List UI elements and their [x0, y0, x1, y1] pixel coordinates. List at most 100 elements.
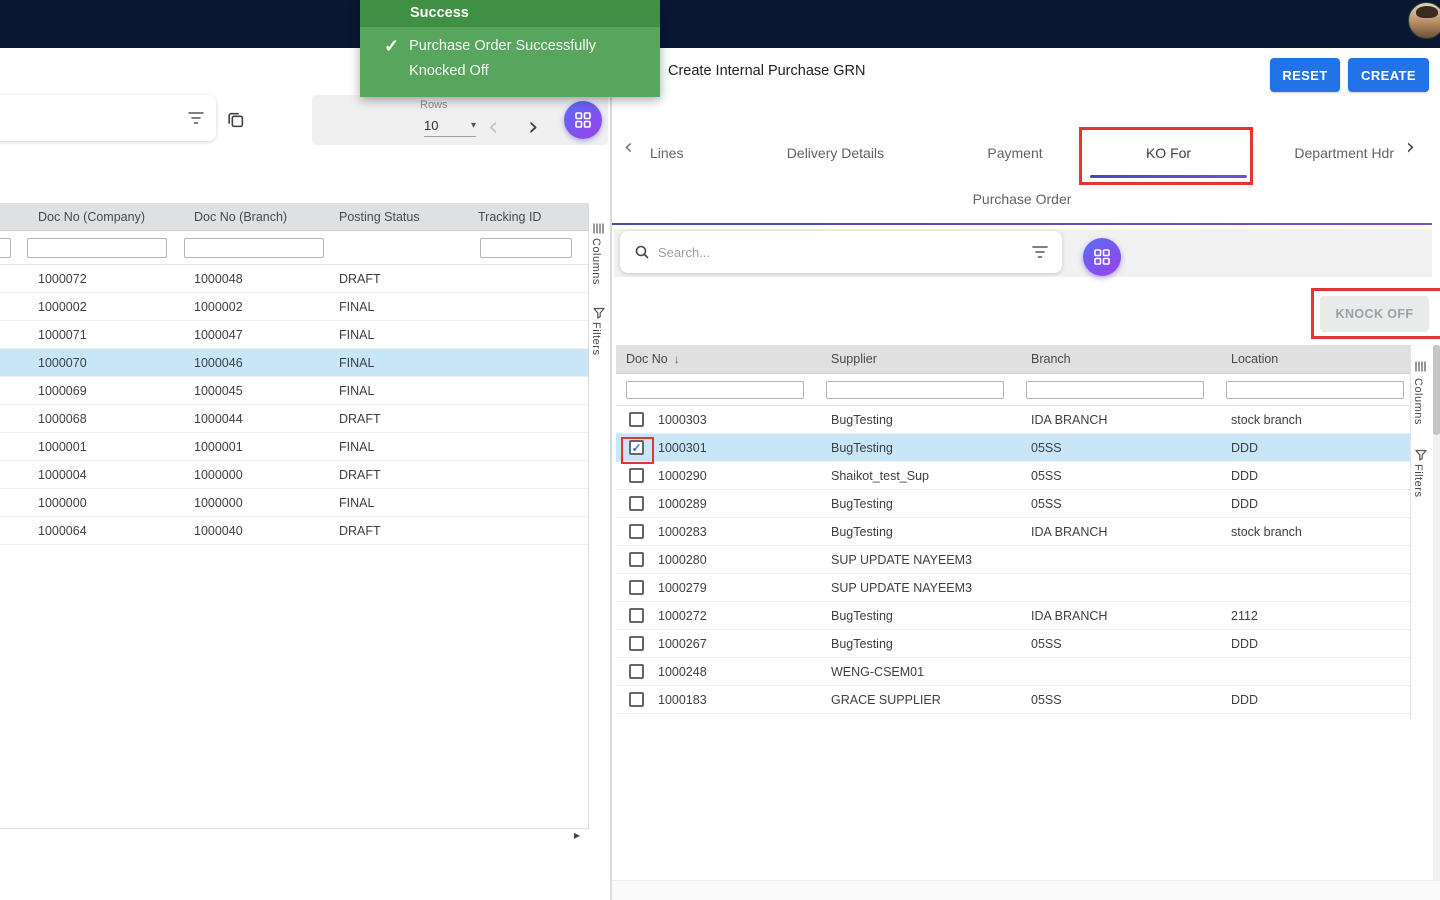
tab-department-hdr[interactable]: Department Hdr: [1294, 128, 1394, 178]
po-row[interactable]: 1000267 BugTesting 05SS DDD: [616, 630, 1410, 658]
filter-input-doc-no[interactable]: [626, 381, 804, 399]
grn-row[interactable]: 1000071 1000047 FINAL: [0, 321, 588, 349]
columns-rail-button[interactable]: Columns: [590, 238, 602, 285]
header-doc-no-branch[interactable]: Doc No (Branch): [176, 210, 321, 224]
header-branch[interactable]: Branch: [1021, 352, 1221, 366]
row-checkbox[interactable]: [629, 692, 644, 707]
reset-button[interactable]: RESET: [1270, 58, 1340, 92]
doc-no-text: 1000290: [658, 469, 707, 483]
grn-row[interactable]: 1000064 1000040 DRAFT: [0, 517, 588, 545]
po-row[interactable]: 1000280 SUP UPDATE NAYEEM3: [616, 546, 1410, 574]
scroll-right-icon[interactable]: ▸: [574, 828, 580, 842]
subtab-indicator: [612, 223, 1432, 225]
grn-row[interactable]: 1000001 1000001 FINAL: [0, 433, 588, 461]
po-row[interactable]: 1000289 BugTesting 05SS DDD: [616, 490, 1410, 518]
header-location[interactable]: Location: [1221, 352, 1410, 366]
user-avatar[interactable]: [1408, 2, 1440, 39]
row-checkbox[interactable]: [629, 496, 644, 511]
row-checkbox[interactable]: [629, 412, 644, 427]
cell-doc-no-branch: 1000000: [176, 468, 321, 482]
po-grid-view-button[interactable]: [1083, 238, 1121, 276]
cell-doc-no: 1000272: [616, 608, 821, 623]
po-row[interactable]: 1000279 SUP UPDATE NAYEEM3: [616, 574, 1410, 602]
panel-divider: [610, 48, 612, 900]
row-checkbox[interactable]: [629, 636, 644, 651]
po-row[interactable]: 1000248 WENG-CSEM01: [616, 658, 1410, 686]
grn-row[interactable]: 1000072 1000048 DRAFT: [0, 265, 588, 293]
cell-location: DDD: [1221, 497, 1410, 511]
cell-posting-status: FINAL: [321, 300, 460, 314]
knock-off-button[interactable]: KNOCK OFF: [1320, 296, 1429, 332]
cell-doc-no: 1000279: [616, 580, 821, 595]
row-checkbox[interactable]: [629, 580, 644, 595]
filters-rail-button[interactable]: Filters: [590, 322, 602, 355]
header-doc-no-company[interactable]: Doc No (Company): [20, 210, 176, 224]
filter-input-branch[interactable]: [1026, 381, 1204, 399]
tabs-scroll-left[interactable]: ‹: [624, 137, 633, 159]
subtab-purchase-order[interactable]: Purchase Order: [612, 191, 1432, 207]
columns-icon[interactable]: [1414, 360, 1427, 378]
create-button[interactable]: CREATE: [1348, 58, 1429, 92]
cell-doc-no: 1000280: [616, 552, 821, 567]
row-checkbox-checked[interactable]: ✓: [629, 440, 644, 455]
left-search-input[interactable]: [6, 111, 188, 126]
grn-row[interactable]: 1000069 1000045 FINAL: [0, 377, 588, 405]
filter-input-doc-no-company[interactable]: [27, 238, 167, 258]
v-scrollbar-thumb[interactable]: [1433, 345, 1440, 435]
cell-doc-no-company: 1000001: [20, 440, 176, 454]
po-row[interactable]: 1000283 BugTesting IDA BRANCH stock bran…: [616, 518, 1410, 546]
filter-input-location[interactable]: [1226, 381, 1404, 399]
cell-doc-no: 1000303: [616, 412, 821, 427]
filter-input-tracking-id[interactable]: [480, 238, 572, 258]
po-row[interactable]: 1000272 BugTesting IDA BRANCH 2112: [616, 602, 1410, 630]
tab-ko-for[interactable]: KO For: [1146, 128, 1191, 178]
grn-row[interactable]: 1000068 1000044 DRAFT: [0, 405, 588, 433]
cell-doc-no-branch: 1000001: [176, 440, 321, 454]
filter-input-gutter[interactable]: [0, 238, 11, 258]
header-supplier[interactable]: Supplier: [821, 352, 1021, 366]
row-checkbox[interactable]: [629, 524, 644, 539]
cell-location: stock branch: [1221, 413, 1410, 427]
filter-input-doc-no-branch[interactable]: [184, 238, 324, 258]
po-row-selected[interactable]: ✓ 1000301 BugTesting 05SS DDD: [616, 434, 1410, 462]
po-search-input[interactable]: [658, 245, 1024, 260]
copy-icon[interactable]: [224, 108, 246, 130]
po-row[interactable]: 1000290 Shaikot_test_Sup 05SS DDD: [616, 462, 1410, 490]
header-doc-no[interactable]: Doc No ↓: [616, 352, 821, 366]
tabs-scroll-right[interactable]: ›: [1406, 137, 1415, 159]
grid-view-button[interactable]: [564, 101, 602, 139]
cell-doc-no-branch: 1000045: [176, 384, 321, 398]
header-tracking-id[interactable]: Tracking ID: [460, 210, 588, 224]
doc-no-text: 1000272: [658, 609, 707, 623]
grn-row[interactable]: 1000004 1000000 DRAFT: [0, 461, 588, 489]
filter-list-icon[interactable]: [1032, 245, 1048, 259]
filter-list-icon[interactable]: [188, 111, 204, 125]
cell-doc-no: 1000289: [616, 496, 821, 511]
tab-payment[interactable]: Payment: [987, 128, 1042, 178]
cell-doc-no-company: 1000069: [20, 384, 176, 398]
filters-rail-button[interactable]: Filters: [1412, 464, 1424, 497]
po-row[interactable]: 1000303 BugTesting IDA BRANCH stock bran…: [616, 406, 1410, 434]
grn-row[interactable]: 1000002 1000002 FINAL: [0, 293, 588, 321]
po-row[interactable]: 1000183 GRACE SUPPLIER 05SS DDD: [616, 686, 1410, 714]
filter-input-supplier[interactable]: [826, 381, 1004, 399]
h-scrollbar[interactable]: [0, 828, 588, 829]
tab-bar: Lines Delivery Details Payment KO For De…: [650, 128, 1394, 178]
prev-page-button[interactable]: ‹: [488, 114, 498, 140]
row-checkbox[interactable]: [629, 608, 644, 623]
grn-row-selected[interactable]: 1000070 1000046 FINAL: [0, 349, 588, 377]
next-page-button[interactable]: ›: [528, 114, 538, 140]
row-checkbox[interactable]: [629, 552, 644, 567]
header-posting-status[interactable]: Posting Status: [321, 210, 460, 224]
tab-delivery-details[interactable]: Delivery Details: [787, 128, 884, 178]
po-search-box: [620, 231, 1062, 273]
rows-per-page-select[interactable]: 10 ▾: [424, 114, 476, 137]
columns-rail-button[interactable]: Columns: [1412, 378, 1424, 425]
tab-lines[interactable]: Lines: [650, 128, 683, 178]
toast-check-icon: ✓: [384, 36, 399, 84]
row-checkbox[interactable]: [629, 664, 644, 679]
grn-row[interactable]: 1000000 1000000 FINAL: [0, 489, 588, 517]
row-checkbox[interactable]: [629, 468, 644, 483]
v-scrollbar[interactable]: [1433, 345, 1440, 898]
cell-supplier: BugTesting: [821, 441, 1021, 455]
